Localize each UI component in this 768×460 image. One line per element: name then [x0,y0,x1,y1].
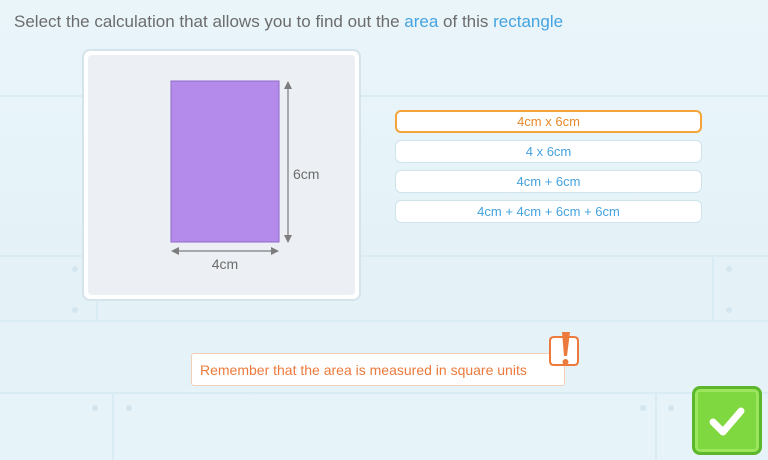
height-arrow [284,81,292,243]
question-keyword-rectangle: rectangle [493,12,564,31]
nail [668,405,674,411]
plank-seam [0,320,768,322]
plank-seam [112,392,114,460]
width-arrow [171,247,279,255]
checkmark-icon [709,407,745,436]
width-label: 4cm [212,256,238,272]
plank-seam [0,392,768,394]
exclamation-icon [549,332,579,366]
rectangle-diagram: 6cm 4cm [170,80,319,272]
submit-button[interactable] [692,386,762,455]
height-label: 6cm [293,166,319,182]
plank-seam [655,392,657,460]
hint-text: Remember that the area is measured in sq… [200,362,527,378]
option-perimeter-sum[interactable]: 4cm + 4cm + 6cm + 6cm [395,200,702,223]
figure-card: 6cm 4cm [82,49,361,301]
nail [72,266,78,272]
nail [126,405,132,411]
question-part: Select the calculation that allows you t… [14,12,405,31]
purple-rectangle [170,80,280,243]
question-keyword-area: area [404,12,439,31]
nail [726,307,732,313]
option-4-x-6cm[interactable]: 4 x 6cm [395,140,702,163]
plank-seam [712,255,714,320]
question-text: Select the calculation that allows you t… [14,12,563,32]
answer-options: 4cm x 6cm 4 x 6cm 4cm + 6cm 4cm + 4cm + … [395,110,702,230]
option-4cm-x-6cm[interactable]: 4cm x 6cm [395,110,702,133]
nail [72,307,78,313]
question-part: of this [438,12,494,31]
option-4cm-plus-6cm[interactable]: 4cm + 6cm [395,170,702,193]
hint-box: Remember that the area is measured in sq… [191,353,565,386]
nail [726,266,732,272]
nail [92,405,98,411]
nail [640,405,646,411]
